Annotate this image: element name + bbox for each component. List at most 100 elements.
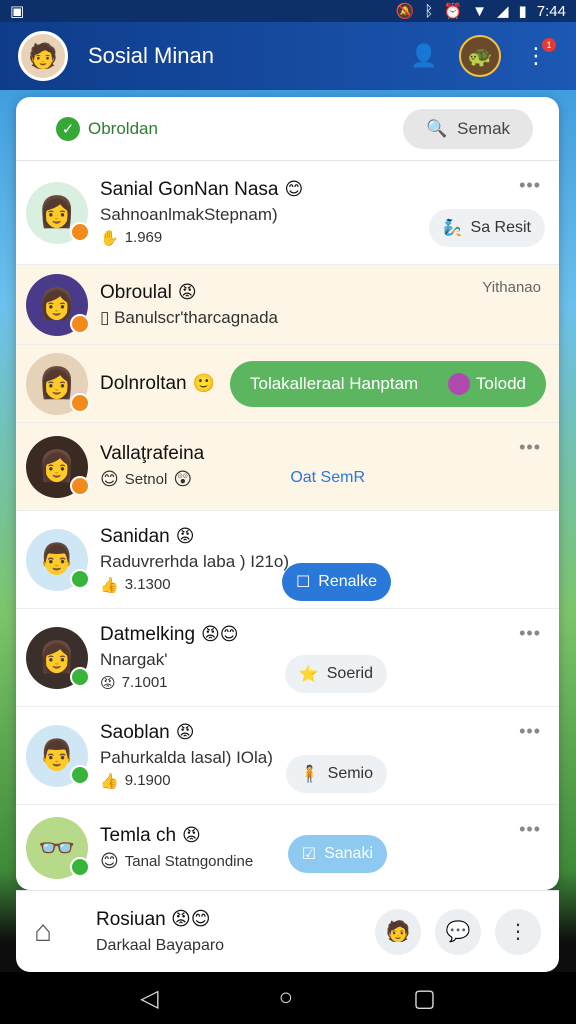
- square-icon: ☐: [295, 574, 311, 591]
- chat-row[interactable]: 👨 Saoblan 😡 Pahurkalda lasal) IOla) 👍 9.19…: [16, 707, 559, 805]
- action-label: Soerid: [326, 665, 373, 682]
- contact-name: Vallaţrafeina: [100, 443, 205, 464]
- back-icon[interactable]: ◁: [140, 984, 158, 1013]
- notification-badge: 1: [542, 38, 556, 52]
- action-chip[interactable]: ☑ Sanaki: [287, 835, 387, 873]
- chat-row[interactable]: 👩 Dolnroltan 🙂 Tolakalleraal Hanptam Tolo…: [16, 345, 559, 423]
- home-icon[interactable]: ⌂: [34, 915, 78, 949]
- avatar-button[interactable]: 🧑: [375, 908, 421, 955]
- action-label: Renalke: [318, 573, 377, 590]
- contact-name: Saoblan: [100, 721, 170, 743]
- my-avatar[interactable]: 🧑: [18, 31, 68, 81]
- contact-name: Datmelking: [100, 623, 196, 645]
- online-status-dot: [70, 568, 90, 589]
- banner-tag: Tolodd: [475, 374, 526, 393]
- avatar: 👩: [26, 181, 90, 244]
- chat-panel: ✓ Obroldan 🔍 Semak 👩 Sanial GonNan Nasa 😊…: [16, 97, 559, 890]
- wifi-icon: ▼: [472, 2, 487, 20]
- contact-subtitle: Raduvrerhda laba ) I21o): [100, 551, 290, 571]
- smile-emoji: 🙂: [192, 373, 216, 393]
- contact-name: Obroulal: [100, 281, 172, 303]
- contact-subtitle: Tanal Statngondine: [124, 852, 254, 870]
- recents-icon[interactable]: ▢: [413, 984, 436, 1013]
- away-status-dot: [70, 313, 90, 334]
- action-chip[interactable]: 🧞 Sa Resit: [428, 209, 545, 247]
- game-button[interactable]: 🐢: [458, 34, 502, 78]
- action-label: Semio: [327, 765, 373, 782]
- person-icon: 🧑: [385, 921, 411, 943]
- chat-bubble-icon: 💬: [445, 921, 471, 943]
- hand-icon: ✋: [100, 229, 119, 247]
- contact-name: Sanial GonNan Nasa: [100, 178, 279, 200]
- contact-meta: 3.1300: [124, 576, 171, 593]
- search-button[interactable]: 🔍 Semak: [403, 108, 533, 149]
- phone-icon: ▯: [100, 307, 115, 327]
- home-circle-icon[interactable]: ○: [279, 984, 294, 1012]
- game-icon: 🐢: [459, 35, 501, 77]
- chat-row[interactable]: 👩 Obroulal 😡 ▯ Banulscr'tharcagnada Yitha…: [16, 265, 559, 345]
- contact-subtitle: Pahurkalda lasal) IOla): [100, 747, 273, 767]
- more-options-icon[interactable]: •••: [519, 721, 541, 742]
- action-chip[interactable]: ⭐ Soerid: [284, 655, 387, 693]
- avatar: 👨: [26, 724, 90, 787]
- angry-emoji: 😡: [177, 282, 197, 302]
- tag-icon: [447, 373, 470, 395]
- chat-row[interactable]: 👩 Vallaţrafeina 😊 Setnol 😲 ••• Oat SemR: [16, 423, 559, 511]
- action-label: Sanaki: [324, 845, 373, 862]
- chat-list: 👩 Sanial GonNan Nasa 😊 SahnoanlmakStepnam…: [16, 161, 559, 890]
- more-options-icon[interactable]: •••: [519, 623, 541, 644]
- avatar: 👨: [26, 528, 90, 591]
- contact-meta: Setnol: [124, 471, 168, 488]
- profile-button[interactable]: 👤: [402, 34, 446, 78]
- battery-icon: ▮: [518, 3, 527, 20]
- tab-chats[interactable]: ✓ Obroldan: [56, 116, 158, 141]
- more-vertical-icon: ⋮: [508, 921, 528, 943]
- more-options-icon[interactable]: •••: [519, 819, 541, 840]
- more-options-icon[interactable]: •••: [519, 175, 541, 196]
- online-status-dot: [70, 764, 90, 785]
- action-chip[interactable]: 🧍 Semio: [285, 755, 387, 793]
- thumb-icon: 👍: [100, 772, 119, 790]
- contact-name: Temla ch: [100, 824, 177, 846]
- sparkle-icon: 🧞: [442, 220, 463, 237]
- contact-meta: 9.1900: [124, 772, 171, 789]
- contact-meta: 1.969: [124, 229, 163, 246]
- action-link[interactable]: Oat SemR: [276, 459, 379, 497]
- star-icon: ⭐: [298, 666, 319, 683]
- status-bar: ▣ 🔕 ᛒ ⏰ ▼ ◢ ▮ 7:44: [0, 0, 576, 22]
- alarm-icon: ⏰: [443, 3, 463, 20]
- app-title: Sosial Minan: [88, 43, 214, 68]
- emoji-pair: 😡😊: [201, 624, 239, 644]
- angry-emoji: 😡: [175, 526, 195, 546]
- contact-name: Dolnroltan: [100, 372, 187, 394]
- bottom-bar: ⌂ Rosiuan 😡😊 Darkaal Bayaparo 🧑 💬 ⋮: [16, 890, 559, 972]
- app-notification-icon: ▣: [10, 3, 25, 20]
- chat-row[interactable]: 👨 Sanidan 😡 Raduvrerhda laba ) I21o) 👍 3.1…: [16, 511, 559, 609]
- avatar: 👩: [26, 626, 90, 689]
- chat-row[interactable]: 👩 Datmelking 😡😊 Nnargak' 😡 7.1001 ••• ⭐ So…: [16, 609, 559, 707]
- banner-label: Tolakalleraal Hanptam: [250, 374, 419, 393]
- away-status-dot: [70, 221, 90, 242]
- more-button[interactable]: ⋮: [495, 908, 541, 955]
- menu-button[interactable]: ⋮ 1: [514, 34, 558, 78]
- bottom-name: Rosiuan: [96, 909, 166, 930]
- smile-emoji: 😊: [100, 469, 119, 489]
- chat-row[interactable]: 👓 Temla ch 😡 😊 Tanal Statngondine ••• ☑ Sa…: [16, 805, 559, 890]
- away-status-dot: [70, 392, 90, 413]
- smile-icon: 😊: [100, 850, 119, 871]
- avatar: 👩: [26, 352, 90, 415]
- action-label: Sa Resit: [470, 219, 531, 236]
- action-chip[interactable]: ☐ Renalke: [281, 563, 391, 601]
- more-options-icon[interactable]: •••: [519, 437, 541, 458]
- chat-row[interactable]: 👩 Sanial GonNan Nasa 😊 SahnoanlmakStepnam…: [16, 161, 559, 265]
- tab-chats-label: Obroldan: [88, 118, 158, 138]
- bottom-subtitle: Darkaal Bayaparo: [96, 937, 225, 954]
- contact-subtitle: SahnoanlmakStepnam): [100, 204, 278, 224]
- action-banner[interactable]: Tolakalleraal Hanptam Tolodd: [230, 361, 546, 407]
- angry-icon: 😡: [100, 674, 116, 692]
- surprised-emoji: 😲: [173, 469, 193, 489]
- contact-name: Sanidan: [100, 525, 170, 547]
- online-status-dot: [70, 666, 90, 687]
- chat-button[interactable]: 💬: [435, 908, 481, 955]
- panel-header: ✓ Obroldan 🔍 Semak: [16, 97, 559, 161]
